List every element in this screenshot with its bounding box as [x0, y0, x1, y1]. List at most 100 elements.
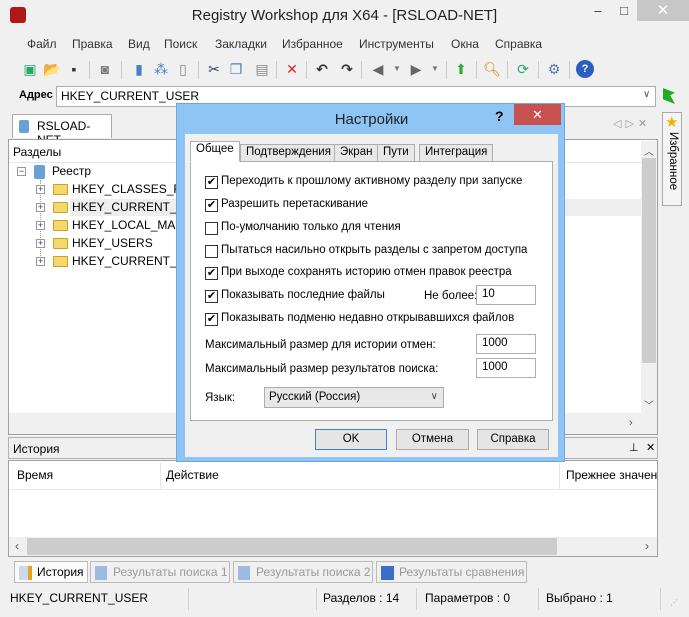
expand-icon[interactable]: +: [36, 203, 45, 212]
tab-display[interactable]: Экран: [334, 144, 379, 162]
tab-search-results-1[interactable]: Результаты поиска 1: [90, 561, 230, 583]
open-icon[interactable]: 📂: [43, 60, 61, 78]
scroll-thumb[interactable]: [27, 538, 557, 555]
checkbox-label[interactable]: При выходе сохранять историю отмен право…: [221, 266, 512, 278]
history-close-icon[interactable]: ✕: [646, 441, 655, 454]
resize-grip-icon[interactable]: ⋰: [670, 598, 678, 607]
forward-icon[interactable]: ▶: [407, 60, 425, 78]
checkbox[interactable]: ✔: [205, 176, 218, 189]
close-button[interactable]: ✕: [637, 0, 689, 21]
checkbox[interactable]: ✔: [205, 199, 218, 212]
tab-search-results-2[interactable]: Результаты поиска 2: [233, 561, 373, 583]
expand-icon[interactable]: +: [36, 221, 45, 230]
menu-favorites[interactable]: Избранное: [282, 37, 343, 51]
checkbox-label[interactable]: Разрешить перетаскивание: [221, 198, 368, 210]
history-list: Время Действие Прежнее значен ‹ ›: [8, 460, 658, 557]
scroll-left-icon[interactable]: ‹: [15, 539, 19, 553]
doc-tab[interactable]: RSLOAD-NET: [12, 114, 112, 147]
scroll-down-icon[interactable]: ﹀: [644, 397, 654, 412]
expand-icon[interactable]: +: [36, 257, 45, 266]
usb-icon[interactable]: ▯: [174, 60, 192, 78]
tab-nav-icons[interactable]: ◁▷✕: [613, 117, 651, 130]
menu-file[interactable]: Файл: [27, 37, 57, 51]
back-icon[interactable]: ◀: [369, 60, 387, 78]
folder-icon: [53, 220, 68, 231]
network-icon[interactable]: ⁂: [152, 60, 170, 78]
help-button[interactable]: Справка: [477, 429, 549, 450]
tab-general[interactable]: Общее: [190, 141, 240, 162]
maximize-button[interactable]: □: [611, 0, 637, 21]
checkbox-label[interactable]: Показывать последние файлы: [221, 289, 385, 301]
find-icon[interactable]: 🔍︎: [483, 60, 501, 78]
expand-icon[interactable]: +: [36, 185, 45, 194]
scroll-right-icon[interactable]: ›: [629, 417, 633, 429]
redo-icon[interactable]: ↷: [338, 60, 356, 78]
checkbox[interactable]: ✔: [205, 290, 218, 303]
refresh-icon[interactable]: ⟳: [514, 60, 532, 78]
collapse-icon[interactable]: −: [17, 167, 26, 176]
menu-edit[interactable]: Правка: [72, 37, 113, 51]
col-time[interactable]: Время: [17, 468, 53, 482]
checkbox[interactable]: [205, 245, 218, 258]
checkbox-label[interactable]: Показывать подменю недавно открывавшихся…: [221, 312, 514, 324]
language-select[interactable]: Русский (Россия) ∨: [264, 387, 444, 408]
expand-icon[interactable]: +: [36, 239, 45, 248]
tab-integration[interactable]: Интеграция: [419, 144, 494, 162]
address-dropdown-icon[interactable]: ∨: [643, 89, 650, 100]
undo-size-input[interactable]: 1000: [476, 334, 536, 354]
checkbox[interactable]: ✔: [205, 267, 218, 280]
tab-compare-results[interactable]: Результаты сравнения: [376, 561, 527, 583]
menu-view[interactable]: Вид: [128, 37, 150, 51]
toolbar-separator: [198, 61, 199, 79]
paste-icon[interactable]: ▤: [253, 60, 271, 78]
tree-item[interactable]: HKEY_USERS: [72, 236, 153, 250]
history-hscrollbar[interactable]: ‹ ›: [9, 537, 657, 556]
tree-item-root[interactable]: Реестр: [52, 164, 91, 178]
tab-paths[interactable]: Пути: [377, 144, 415, 162]
back-dropdown-icon[interactable]: ▼: [388, 60, 406, 78]
checkbox[interactable]: ✔: [205, 313, 218, 326]
menu-tools[interactable]: Инструменты: [359, 37, 434, 51]
search-size-input[interactable]: 1000: [476, 358, 536, 378]
scroll-up-icon[interactable]: ︿: [644, 143, 654, 158]
dialog-help-button[interactable]: ?: [495, 108, 504, 124]
vertical-scrollbar[interactable]: ︿ ﹀: [641, 141, 657, 413]
up-icon[interactable]: ⬆: [452, 60, 470, 78]
checkbox-label[interactable]: По-умолчанию только для чтения: [221, 221, 401, 233]
folder-icon: [53, 202, 68, 213]
forward-dropdown-icon[interactable]: ▼: [426, 60, 444, 78]
new-icon[interactable]: ▣: [21, 60, 39, 78]
delete-icon[interactable]: ✕: [283, 60, 301, 78]
go-icon[interactable]: [663, 88, 675, 104]
help-icon[interactable]: ?: [576, 60, 594, 78]
computer-icon[interactable]: ▮: [130, 60, 148, 78]
scroll-thumb[interactable]: [642, 158, 656, 363]
tab-history[interactable]: История: [14, 561, 88, 583]
settings-icon[interactable]: ⚙: [545, 60, 563, 78]
favorites-side-tab[interactable]: ★ Избранное: [662, 112, 682, 206]
menu-windows[interactable]: Окна: [451, 37, 479, 51]
dialog-close-button[interactable]: ✕: [514, 104, 561, 125]
checkbox[interactable]: [205, 222, 218, 235]
cancel-button[interactable]: Отмена: [396, 429, 469, 450]
ok-button[interactable]: OK: [315, 429, 387, 450]
col-action[interactable]: Действие: [166, 468, 219, 482]
col-previous-value[interactable]: Прежнее значен: [566, 468, 657, 482]
pin-icon[interactable]: ⊥: [629, 441, 639, 454]
menu-search[interactable]: Поиск: [164, 37, 197, 51]
checkbox-label[interactable]: Пытаться насильно открыть разделы с запр…: [221, 244, 527, 256]
undo-icon[interactable]: ↶: [313, 60, 331, 78]
checkbox-label[interactable]: Переходить к прошлому активному разделу …: [221, 175, 522, 187]
scroll-right-icon[interactable]: ›: [645, 539, 649, 553]
snapshot-icon[interactable]: ◙: [96, 60, 114, 78]
recent-max-input[interactable]: 10: [476, 285, 536, 305]
history-icon: [19, 566, 32, 580]
menu-help[interactable]: Справка: [495, 37, 542, 51]
menu-bookmarks[interactable]: Закладки: [215, 37, 267, 51]
cut-icon[interactable]: ✂: [205, 60, 223, 78]
save-icon[interactable]: ▪: [65, 60, 83, 78]
title-bar: Registry Workshop для X64 - [RSLOAD-NET]…: [0, 0, 689, 32]
copy-icon[interactable]: ❐: [227, 60, 245, 78]
minimize-button[interactable]: –: [585, 0, 611, 21]
tab-confirmations[interactable]: Подтверждения: [240, 144, 337, 162]
